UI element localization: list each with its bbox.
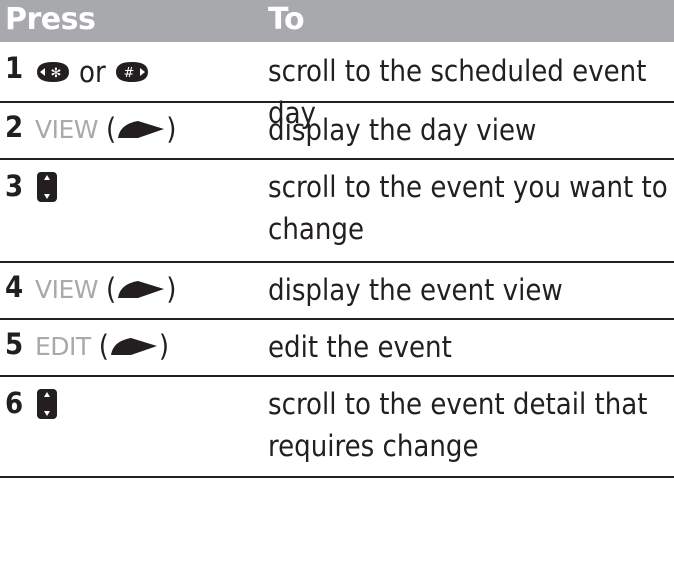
softkey-label: VIEW <box>35 114 99 144</box>
right-soft-key-icon <box>110 338 157 355</box>
to-cell: display the day view <box>268 113 537 147</box>
nav-right-hash-key-icon: # <box>115 62 148 82</box>
step-number: 2 <box>5 110 24 144</box>
svg-text:✻: ✻ <box>51 66 62 81</box>
press-cell: ✻ or # <box>35 55 150 89</box>
up-down-nav-key-icon <box>37 172 57 202</box>
press-cell <box>35 388 59 420</box>
header-to: To <box>268 2 305 37</box>
press-cell: VIEW ( ) <box>35 112 177 146</box>
press-cell: VIEW ( ) <box>35 272 177 306</box>
step-number: 1 <box>5 51 24 85</box>
to-cell: scroll to the event you want to change <box>268 170 668 246</box>
table-row: 5 EDIT ( ) edit the event <box>0 320 674 375</box>
header-press: Press <box>5 2 96 37</box>
press-cell: EDIT ( ) <box>35 329 170 363</box>
softkey-label: VIEW <box>35 274 99 304</box>
press-or: or <box>79 55 106 89</box>
right-soft-key-icon <box>118 281 165 298</box>
row-divider <box>0 476 674 478</box>
softkey-label: EDIT <box>35 331 91 361</box>
right-soft-key-icon <box>118 121 165 138</box>
step-number: 5 <box>5 327 24 361</box>
table-row: 3 scroll to the event you want to change <box>0 160 674 261</box>
press-cell <box>35 171 59 203</box>
table-row: 6 scroll to the event detail that requir… <box>0 377 674 476</box>
table-row: 2 VIEW ( ) display the day view <box>0 103 674 158</box>
step-number: 3 <box>5 169 24 203</box>
step-number: 4 <box>5 270 24 304</box>
step-number: 6 <box>5 386 24 420</box>
to-cell: display the event view <box>268 273 563 307</box>
table-header: Press To <box>0 0 674 42</box>
nav-left-star-key-icon: ✻ <box>37 62 69 82</box>
table-row: 4 VIEW ( ) display the event view <box>0 263 674 318</box>
table-row: 1 ✻ or # scroll to the scheduled event d… <box>0 42 674 130</box>
svg-text:#: # <box>123 66 134 81</box>
to-cell: scroll to the event detail that requires… <box>268 387 648 463</box>
up-down-nav-key-icon <box>37 389 57 419</box>
to-cell: edit the event <box>268 330 452 364</box>
